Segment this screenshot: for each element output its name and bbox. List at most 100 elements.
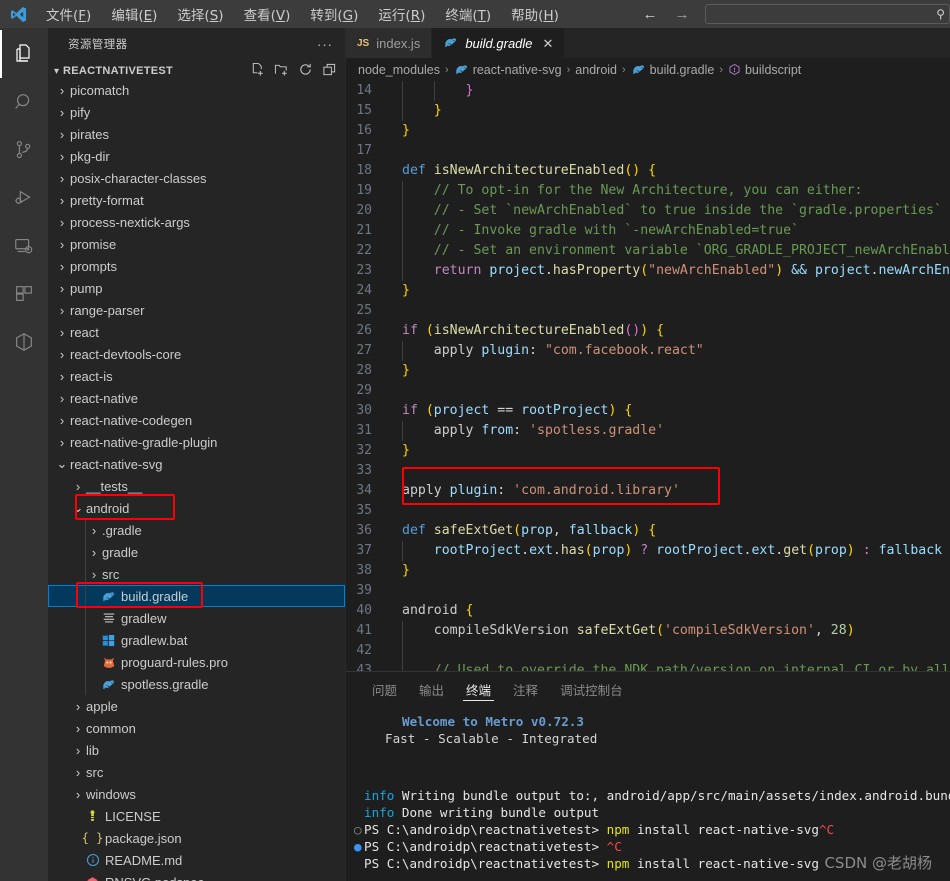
- tree-folder-row[interactable]: › react-native-codegen: [48, 409, 345, 431]
- menu-item-selection[interactable]: 选择(S): [167, 1, 233, 27]
- code-token: }: [402, 443, 410, 458]
- menu-item-view[interactable]: 查看(V): [234, 1, 301, 27]
- tree-folder-row[interactable]: › gradle: [48, 541, 345, 563]
- tree-folder-row[interactable]: › react-is: [48, 365, 345, 387]
- tree-folder-row[interactable]: › process-nextick-args: [48, 211, 345, 233]
- panel-tab[interactable]: 问题: [361, 672, 408, 707]
- tree-file-row[interactable]: build.gradle: [48, 585, 345, 607]
- tree-file-row[interactable]: RNSVG.podspec: [48, 871, 345, 881]
- tree-folder-row[interactable]: › picomatch: [48, 82, 345, 101]
- chevron-right-icon: ›: [59, 390, 65, 406]
- new-folder-icon[interactable]: [274, 62, 289, 80]
- activity-source-control-icon[interactable]: [0, 126, 48, 174]
- menu-item-help[interactable]: 帮助(H): [501, 1, 569, 27]
- breadcrumb-item[interactable]: android: [575, 63, 617, 77]
- menu-item-terminal[interactable]: 终端(T): [435, 1, 501, 27]
- tree-folder-row[interactable]: › common: [48, 717, 345, 739]
- new-file-icon[interactable]: [250, 62, 265, 80]
- breadcrumb-item[interactable]: node_modules: [358, 63, 440, 77]
- panel-tab[interactable]: 注释: [502, 672, 549, 707]
- tree-folder-row[interactable]: › pump: [48, 277, 345, 299]
- navigate-back-icon[interactable]: ←: [641, 6, 659, 23]
- file-tree[interactable]: › picomatch › pify › pirates › pkg-dir › posix-ch…: [48, 82, 345, 881]
- activity-extensions-icon[interactable]: [0, 270, 48, 318]
- tree-item-label: build.gradle: [121, 588, 189, 604]
- menu-item-run[interactable]: 运行(R): [368, 1, 435, 27]
- code-editor[interactable]: 14 } 15 } 16} 17 18 def isNewArchitectureEnab…: [346, 81, 950, 671]
- tree-file-row[interactable]: gradlew: [48, 607, 345, 629]
- tree-item-label: react-is: [70, 368, 113, 384]
- activity-remote-explorer-icon[interactable]: [0, 222, 48, 270]
- tree-folder-row[interactable]: › windows: [48, 783, 345, 805]
- code-token: isNewArchitectureEnabled: [433, 163, 625, 178]
- menu-label-run: 运行: [378, 8, 406, 24]
- menu-item-file[interactable]: 文件(F): [36, 1, 101, 27]
- tree-folder-row[interactable]: › lib: [48, 739, 345, 761]
- code-token: // - Set an environment variable `ORG_GR…: [433, 243, 950, 258]
- tree-folder-row[interactable]: › react: [48, 321, 345, 343]
- activity-explorer-icon[interactable]: [0, 30, 48, 78]
- breadcrumb-item[interactable]: build.gradle: [631, 63, 714, 77]
- tree-folder-row[interactable]: › __tests__: [48, 475, 345, 497]
- breadcrumb-item[interactable]: buildscript: [728, 63, 801, 77]
- tree-file-row[interactable]: spotless.gradle: [48, 673, 345, 695]
- tree-folder-row[interactable]: › .gradle: [48, 519, 345, 541]
- tree-folder-row[interactable]: › prompts: [48, 255, 345, 277]
- line-number: 23: [356, 263, 372, 278]
- chevron-right-icon: ›: [59, 412, 65, 428]
- tab-index-js[interactable]: JS index.js: [346, 28, 433, 58]
- line-number: 29: [356, 383, 372, 398]
- quick-open-input[interactable]: ⚲: [705, 4, 950, 24]
- tree-folder-row[interactable]: › posix-character-classes: [48, 167, 345, 189]
- refresh-icon[interactable]: [298, 62, 313, 80]
- workspace-section-header[interactable]: ▾ REACTNATIVETEST: [48, 60, 345, 82]
- line-number: 19: [356, 183, 372, 198]
- ruby-file-icon: [84, 876, 101, 881]
- panel-tabs[interactable]: 问题 输出 终端 注释 调试控制台: [346, 672, 950, 707]
- tree-folder-row[interactable]: › react-native: [48, 387, 345, 409]
- code-line: 39: [346, 581, 950, 601]
- menu-bar[interactable]: 文件(F) 编辑(E) 选择(S) 查看(V) 转到(G) 运行(R) 终端(T…: [36, 1, 569, 27]
- tab-build-gradle[interactable]: build.gradle ✕: [432, 28, 566, 58]
- terminal-gutter-spacer: [354, 804, 364, 821]
- tree-folder-row[interactable]: › pkg-dir: [48, 145, 345, 167]
- close-icon[interactable]: ✕: [543, 36, 554, 52]
- activity-search-icon[interactable]: [0, 78, 48, 126]
- explorer-more-actions-icon[interactable]: ···: [317, 37, 333, 52]
- activity-run-debug-icon[interactable]: [0, 174, 48, 222]
- tree-folder-row[interactable]: › src: [48, 761, 345, 783]
- code-token: ?: [632, 543, 657, 558]
- tree-file-row[interactable]: README.md: [48, 849, 345, 871]
- collapse-all-icon[interactable]: [322, 62, 337, 80]
- menu-item-go[interactable]: 转到(G): [300, 1, 368, 27]
- tree-folder-row[interactable]: › react-devtools-core: [48, 343, 345, 365]
- tree-file-row[interactable]: proguard-rules.pro: [48, 651, 345, 673]
- navigate-forward-icon[interactable]: →: [673, 6, 691, 23]
- tree-folder-row[interactable]: › pify: [48, 101, 345, 123]
- tree-file-row[interactable]: { } package.json: [48, 827, 345, 849]
- tree-folder-row[interactable]: › react-native-gradle-plugin: [48, 431, 345, 453]
- menu-label-file: 文件: [46, 8, 73, 24]
- panel-tab[interactable]: 终端: [455, 672, 502, 707]
- tree-file-row[interactable]: gradlew.bat: [48, 629, 345, 651]
- tree-folder-row[interactable]: › range-parser: [48, 299, 345, 321]
- title-bar: 文件(F) 编辑(E) 选择(S) 查看(V) 转到(G) 运行(R) 终端(T…: [0, 0, 950, 28]
- panel-tab[interactable]: 调试控制台: [549, 672, 634, 707]
- activity-testing-icon[interactable]: [0, 318, 48, 366]
- tree-item-label: pirates: [70, 126, 110, 142]
- code-line: 36 def safeExtGet(prop, fallback) {: [346, 521, 950, 541]
- tree-folder-row[interactable]: ⌄ android: [48, 497, 345, 519]
- breadcrumb-item[interactable]: react-native-svg: [454, 63, 562, 77]
- panel-tab[interactable]: 输出: [408, 672, 455, 707]
- tree-folder-row[interactable]: ⌄ react-native-svg: [48, 453, 345, 475]
- tree-folder-row[interactable]: › promise: [48, 233, 345, 255]
- breadcrumb[interactable]: node_modules › react-native-svg › android › bu…: [346, 58, 950, 81]
- tree-folder-row[interactable]: › pirates: [48, 123, 345, 145]
- terminal-gutter-spacer: [354, 855, 364, 872]
- tree-file-row[interactable]: LICENSE: [48, 805, 345, 827]
- tree-folder-row[interactable]: › apple: [48, 695, 345, 717]
- tree-folder-row[interactable]: › pretty-format: [48, 189, 345, 211]
- tree-folder-row[interactable]: › src: [48, 563, 345, 585]
- menu-item-edit[interactable]: 编辑(E): [101, 1, 167, 27]
